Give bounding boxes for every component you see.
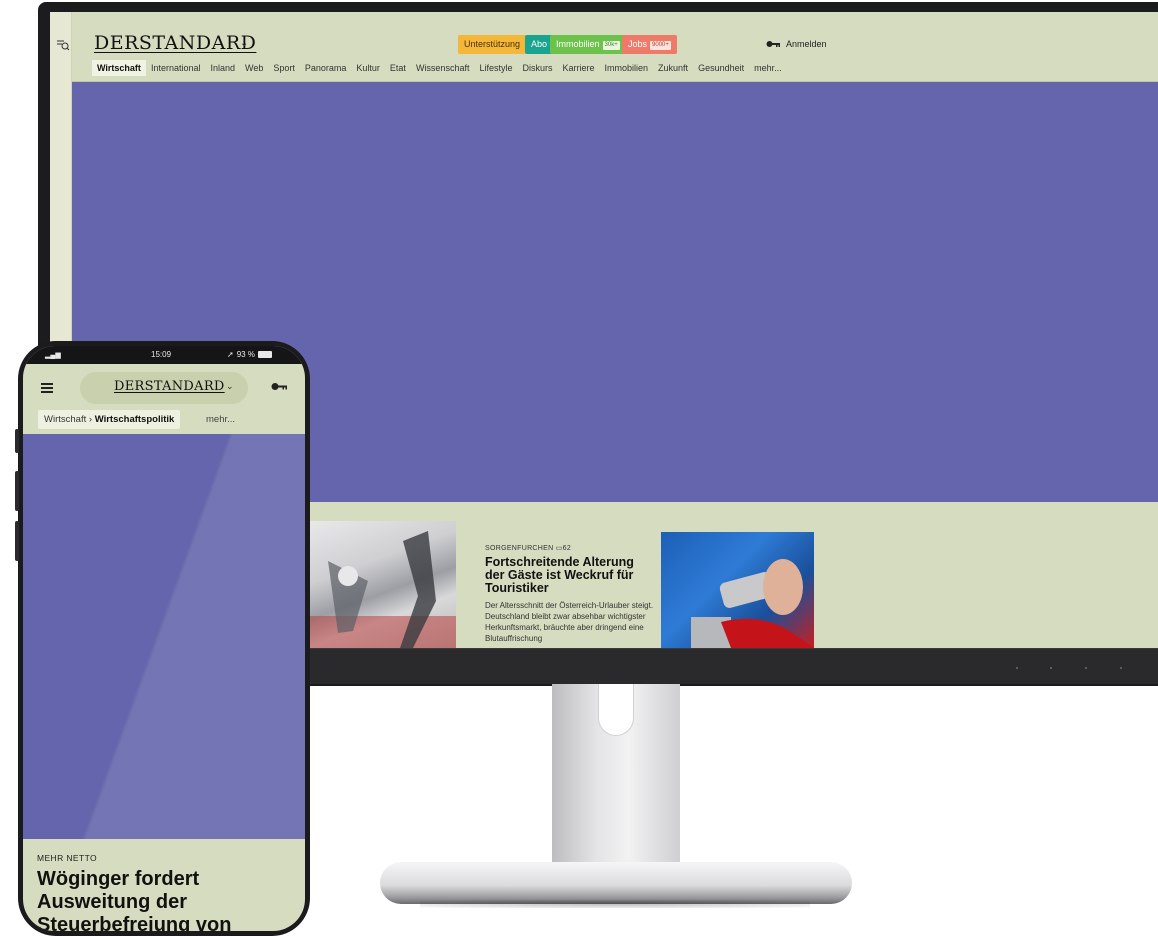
battery-icon — [257, 351, 272, 358]
article-kicker: SORGENFURCHEN ▭62 — [485, 544, 571, 552]
nav-item[interactable]: Etat — [385, 60, 411, 76]
breadcrumb-parent[interactable]: Wirtschaft — [44, 414, 86, 425]
monitor-stand-base — [380, 862, 852, 904]
indicator-dot — [1085, 667, 1087, 669]
article-title-mobile[interactable]: Wöginger fordert Ausweitung der Steuerbe… — [37, 868, 287, 931]
site-logo[interactable]: DERSTANDARD — [94, 32, 256, 54]
article-kicker-mobile: MEHR NETTO — [37, 853, 98, 863]
thermos-photo — [691, 559, 814, 648]
nav-item[interactable]: Wissenschaft — [411, 60, 475, 76]
fitness-photo — [308, 531, 456, 648]
article-image[interactable] — [308, 521, 456, 648]
pill-badge: 9000+ — [650, 41, 671, 50]
nav-item[interactable]: Immobilien — [600, 60, 654, 76]
nav-item[interactable]: Diskurs — [518, 60, 558, 76]
phone-screen: ▂▄▆ 15:09 ➚ 93 % DERSTANDARD ⌄ Wirtschaf… — [23, 346, 305, 931]
hamburger-menu-icon[interactable] — [41, 383, 53, 393]
stand-shadow — [420, 900, 810, 908]
screen-glare — [23, 434, 305, 839]
cable-hole — [598, 684, 634, 736]
pill-label: Jobs — [628, 39, 648, 49]
main-nav: Wirtschaft International Inland Web Spor… — [92, 60, 787, 76]
jobs-button[interactable]: Jobs 9000+ — [622, 35, 677, 54]
location-icon: ➚ — [227, 350, 234, 359]
nav-item[interactable]: Panorama — [300, 60, 352, 76]
pill-label: Abo — [531, 39, 548, 49]
nav-item[interactable]: Inland — [205, 60, 240, 76]
nav-item[interactable]: Wirtschaft — [92, 60, 146, 76]
phone-button — [15, 429, 19, 453]
article-teaser: Der Altersschnitt der Österreich-Urlaube… — [485, 601, 654, 643]
site-header: DERSTANDARD ⌄ Unterstützung Abo Immobili… — [72, 12, 1158, 82]
login-label: Anmelden — [786, 39, 827, 49]
immobilien-button[interactable]: Immobilien 30k+ — [550, 35, 626, 54]
comment-count: 62 — [562, 545, 572, 552]
breadcrumb-separator: › — [88, 414, 93, 425]
indicator-dot — [1050, 667, 1052, 669]
indicator-dot — [1120, 667, 1122, 669]
key-icon — [766, 41, 780, 47]
battery-indicator: ➚ 93 % — [227, 350, 272, 359]
pill-badge: 30k+ — [602, 41, 620, 50]
abo-button[interactable]: Abo — [525, 35, 554, 54]
nav-item[interactable]: Karriere — [558, 60, 600, 76]
key-icon[interactable] — [271, 382, 287, 391]
phone-site-header: DERSTANDARD ⌄ Wirtschaft › Wirtschaftspo… — [23, 364, 305, 434]
chevron-down-icon[interactable]: ⌄ — [240, 38, 248, 49]
nav-more[interactable]: mehr... — [749, 60, 787, 76]
comment-icon: ▭ — [555, 545, 563, 552]
article-title[interactable]: Fortschreitende Alterung der Gäste ist W… — [485, 556, 655, 595]
nav-item[interactable]: Lifestyle — [474, 60, 517, 76]
nav-item[interactable]: Zukunft — [653, 60, 693, 76]
nav-item[interactable]: International — [146, 60, 206, 76]
ad-banner-mobile[interactable] — [23, 434, 305, 839]
smartphone: ▂▄▆ 15:09 ➚ 93 % DERSTANDARD ⌄ Wirtschaf… — [15, 341, 310, 936]
nav-item[interactable]: Gesundheit — [693, 60, 749, 76]
status-bar: ▂▄▆ 15:09 ➚ 93 % — [23, 346, 305, 364]
battery-level: 93 % — [236, 350, 255, 359]
nav-item[interactable]: Kultur — [351, 60, 385, 76]
search-menu-icon[interactable] — [56, 38, 70, 52]
indicator-dot — [1016, 667, 1018, 669]
site-logo-mobile[interactable]: DERSTANDARD — [114, 379, 225, 394]
login-link[interactable]: Anmelden — [766, 39, 827, 49]
signal-icon: ▂▄▆ — [45, 352, 61, 359]
more-link[interactable]: mehr... — [206, 410, 235, 429]
phone-button — [15, 521, 19, 561]
chevron-down-icon[interactable]: ⌄ — [226, 382, 234, 392]
article-image-thermos[interactable] — [661, 532, 814, 648]
breadcrumb-current[interactable]: Wirtschaftspolitik — [95, 414, 175, 425]
pill-label: Immobilien — [556, 39, 600, 49]
pill-label: Unterstützung — [464, 39, 521, 49]
nav-item[interactable]: Sport — [268, 60, 300, 76]
nav-item[interactable]: Web — [240, 60, 268, 76]
phone-button — [15, 471, 19, 511]
status-time: 15:09 — [151, 350, 172, 359]
kicker-label: SORGENFURCHEN — [485, 545, 554, 552]
breadcrumb[interactable]: Wirtschaft › Wirtschaftspolitik — [38, 410, 181, 429]
support-button[interactable]: Unterstützung — [458, 35, 527, 54]
